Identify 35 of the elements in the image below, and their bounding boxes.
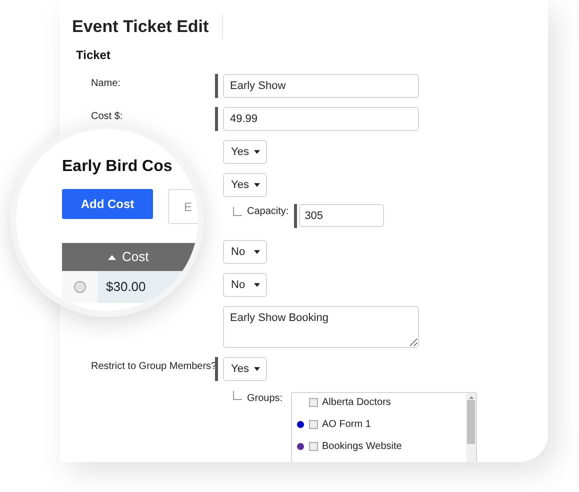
dropdown[interactable]: Yes: [223, 173, 267, 197]
group-name: AO Form 1: [322, 418, 371, 432]
field-label: Name:: [91, 78, 120, 89]
field-label: Capacity:: [247, 205, 289, 219]
tree-connector-icon: [233, 391, 242, 400]
dropdown[interactable]: No: [223, 273, 267, 297]
text-field[interactable]: Early Show: [223, 74, 419, 98]
group-list[interactable]: Alberta Doctors AO Form 1 Bookings Website: [291, 392, 477, 462]
group-name: Alberta Doctors: [322, 396, 391, 410]
field-label: Groups:: [247, 392, 283, 406]
dropdown[interactable]: Yes: [223, 140, 267, 164]
page-title: Event Ticket Edit: [72, 16, 210, 38]
text-area[interactable]: Early Show Booking: [223, 306, 419, 348]
tree-connector-icon: [233, 207, 242, 216]
checkbox[interactable]: [309, 420, 318, 428]
caret-icon: [254, 283, 260, 287]
field-label: Restrict to Group Members?: [91, 361, 217, 372]
group-name: Bookings Website: [322, 440, 402, 454]
checkbox[interactable]: [309, 442, 318, 450]
radio-button[interactable]: [74, 281, 86, 293]
section-heading: Early Bird Cos: [62, 157, 172, 177]
section-heading: Ticket: [76, 47, 110, 64]
caret-icon: [254, 150, 260, 154]
text-field[interactable]: 49.99: [223, 107, 419, 131]
field-label: Cost $:: [91, 111, 123, 122]
sort-up-icon: [108, 254, 116, 260]
text-field[interactable]: 305: [298, 204, 384, 227]
caret-icon: [254, 250, 260, 254]
dropdown[interactable]: No: [223, 240, 267, 264]
add-button[interactable]: Add Cost: [62, 189, 153, 219]
checkbox[interactable]: [309, 398, 318, 406]
dropdown[interactable]: Yes: [223, 357, 267, 381]
caret-icon: [254, 183, 260, 187]
scrollbar[interactable]: [466, 393, 476, 462]
caret-icon: [254, 367, 260, 371]
